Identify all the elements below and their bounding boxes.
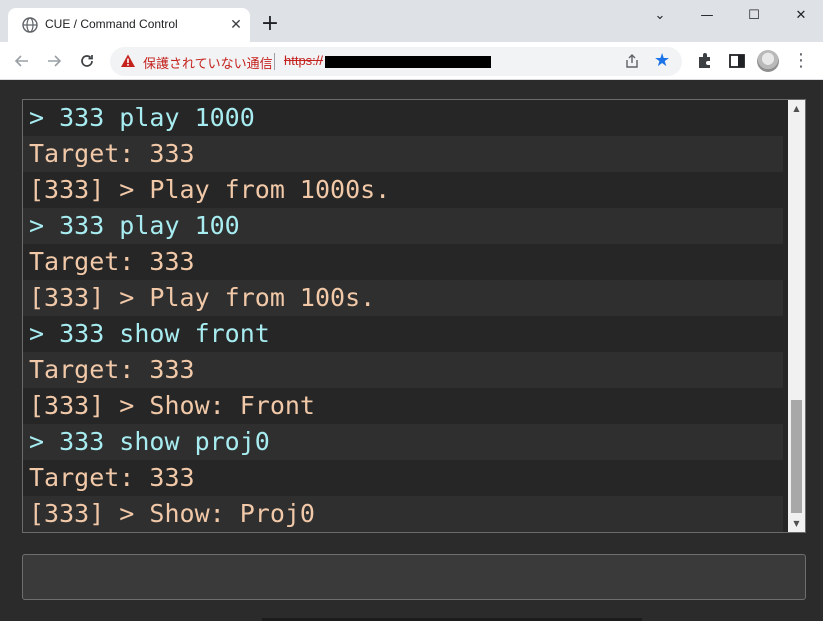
address-bar[interactable]: 保護されていない通信 https:// ★ (110, 47, 682, 76)
minimize-button[interactable]: — (690, 4, 724, 28)
tab-strip: CUE / Command Control ✕ + ⌄ — ☐ ✕ (0, 0, 823, 42)
log-line: Target: 333 (23, 352, 783, 388)
forward-arrow-icon[interactable] (42, 49, 66, 73)
puzzle-icon[interactable] (695, 51, 715, 71)
log-line: > 333 play 100 (23, 208, 783, 244)
log-line: [333] > Play from 1000s. (29, 175, 391, 204)
console-log: > 333 play 1000 Target: 333 [333] > Play… (22, 99, 806, 533)
security-warning-text[interactable]: 保護されていない通信 (143, 53, 273, 72)
reload-icon[interactable] (75, 49, 99, 73)
side-panel-icon[interactable] (727, 51, 747, 71)
log-line: > 333 play 1000 (29, 103, 255, 132)
tab-title: CUE / Command Control (45, 17, 178, 31)
scroll-down-icon[interactable]: ▼ (788, 515, 805, 532)
log-line: Target: 333 (23, 136, 783, 172)
window-close-button[interactable]: ✕ (784, 4, 818, 28)
redacted-url (325, 56, 491, 68)
share-icon[interactable] (624, 53, 640, 69)
log-line: > 333 show front (29, 319, 270, 348)
new-tab-button[interactable]: + (258, 12, 282, 36)
warning-icon[interactable] (120, 53, 136, 69)
console-scrollbar[interactable]: ▲ ▼ (788, 100, 805, 532)
log-line: Target: 333 (29, 463, 195, 492)
log-line: [333] > Show: Front (29, 391, 315, 420)
log-line: > 333 show proj0 (23, 424, 783, 460)
profile-avatar[interactable] (757, 50, 779, 72)
tab-close-icon[interactable]: ✕ (226, 15, 246, 35)
maximize-button[interactable]: ☐ (737, 4, 771, 28)
kebab-menu-icon[interactable]: ⋮ (792, 50, 810, 72)
log-line: Target: 333 (29, 247, 195, 276)
omnibox-divider (274, 53, 275, 70)
globe-icon (22, 17, 38, 33)
log-line: [333] > Show: Proj0 (23, 496, 783, 532)
url-scheme[interactable]: https:// (284, 53, 323, 68)
log-line: [333] > Play from 100s. (23, 280, 783, 316)
command-input[interactable] (22, 554, 806, 600)
back-arrow-icon[interactable] (10, 49, 34, 73)
tab-search-icon[interactable]: ⌄ (643, 4, 677, 28)
star-icon[interactable]: ★ (654, 51, 670, 71)
scroll-up-icon[interactable]: ▲ (788, 100, 805, 117)
scrollbar-thumb[interactable] (791, 400, 802, 513)
browser-toolbar: 保護されていない通信 https:// ★ ⋮ (0, 42, 823, 80)
browser-tab[interactable]: CUE / Command Control ✕ (8, 8, 250, 42)
log-lines: > 333 play 1000 Target: 333 [333] > Play… (23, 100, 783, 532)
page-content: > 333 play 1000 Target: 333 [333] > Play… (0, 80, 823, 621)
